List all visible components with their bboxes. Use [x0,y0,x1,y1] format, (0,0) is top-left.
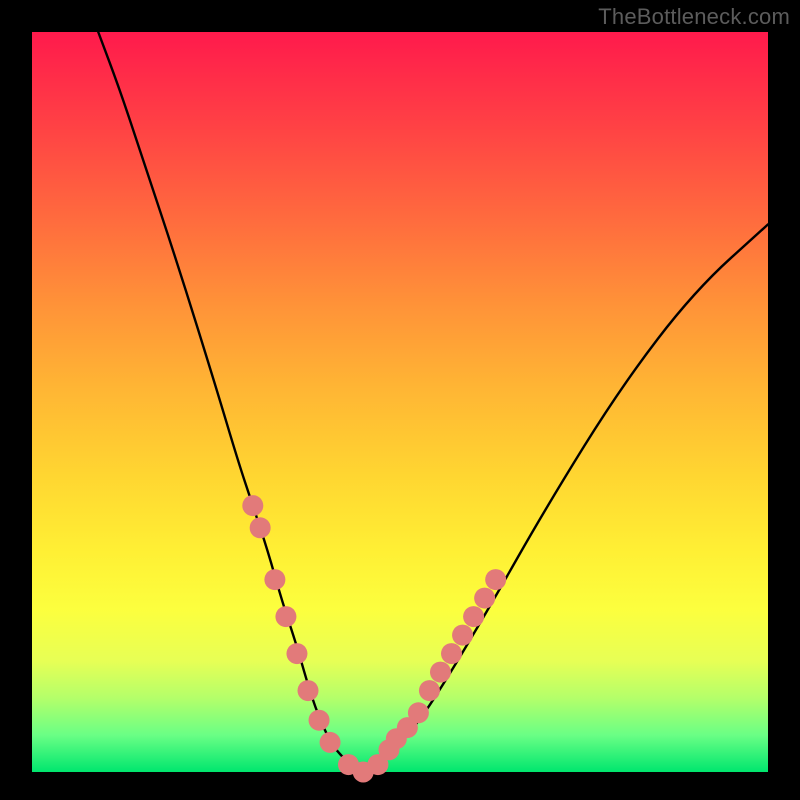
curve-line [98,32,768,768]
data-marker [250,517,271,538]
data-marker [320,732,341,753]
data-marker [309,710,330,731]
data-marker [408,702,429,723]
data-marker [286,643,307,664]
data-marker [474,588,495,609]
data-marker [463,606,484,627]
data-marker [441,643,462,664]
data-marker [430,662,451,683]
data-marker [452,625,473,646]
data-marker [485,569,506,590]
data-marker [419,680,440,701]
marker-group [242,495,506,782]
plot-area [32,32,768,772]
data-marker [275,606,296,627]
chart-frame: TheBottleneck.com [0,0,800,800]
chart-svg [32,32,768,772]
data-marker [264,569,285,590]
data-marker [242,495,263,516]
watermark-text: TheBottleneck.com [598,4,790,30]
data-marker [298,680,319,701]
